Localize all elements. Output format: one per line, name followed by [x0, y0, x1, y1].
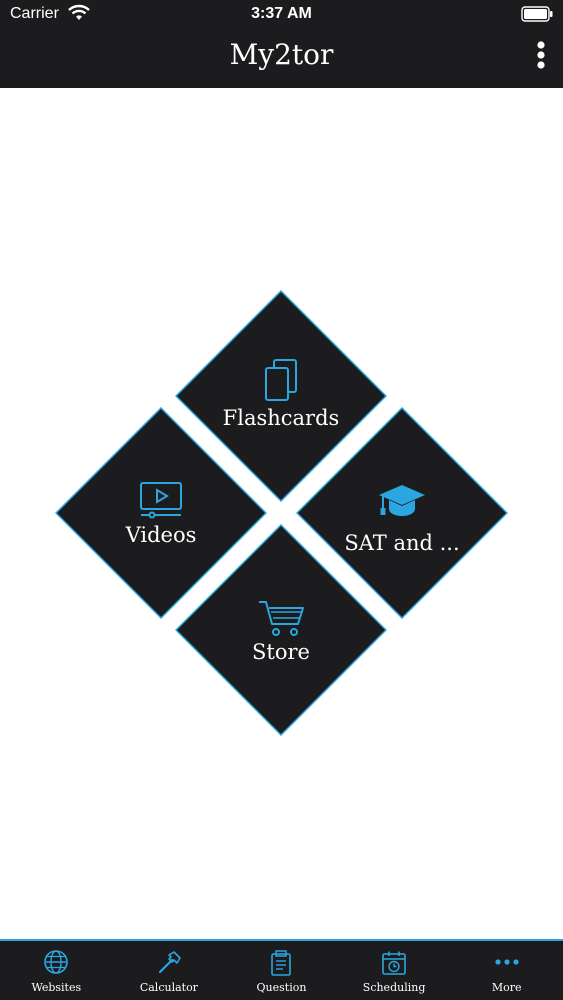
tab-more[interactable]: More	[450, 941, 563, 1000]
document-icon	[271, 950, 292, 976]
app-title: My2tor	[229, 38, 334, 71]
tab-websites[interactable]: Websites	[0, 941, 113, 1000]
store-tile[interactable]: Store	[175, 524, 387, 736]
status-time: 3:37 AM	[251, 5, 312, 22]
cards-icon	[265, 359, 297, 401]
tab-calculator-label: Calculator	[139, 981, 198, 994]
globe-icon	[44, 950, 69, 974]
tab-bar: Websites Calculator Question Scheduling	[0, 939, 563, 1000]
tab-calculator[interactable]: Calculator	[113, 941, 226, 1000]
calendar-clock-icon	[382, 951, 406, 975]
store-label: Store	[252, 640, 310, 664]
cart-icon	[259, 601, 304, 636]
tab-scheduling[interactable]: Scheduling	[338, 941, 451, 1000]
tab-question[interactable]: Question	[225, 941, 338, 1000]
hammer-icon	[158, 951, 181, 974]
tab-scheduling-label: Scheduling	[362, 981, 426, 994]
video-icon	[140, 482, 182, 519]
more-horizontal-icon	[495, 959, 519, 965]
more-vertical-icon[interactable]	[535, 40, 547, 70]
tab-websites-label: Websites	[31, 981, 82, 994]
status-bar: Carrier 3:37 AM	[0, 0, 563, 30]
graduation-cap-icon	[379, 485, 425, 516]
tab-more-label: More	[491, 981, 522, 994]
tab-question-label: Question	[256, 981, 307, 994]
battery-icon	[521, 6, 553, 22]
top-bar: Carrier 3:37 AM My2tor	[0, 0, 563, 88]
